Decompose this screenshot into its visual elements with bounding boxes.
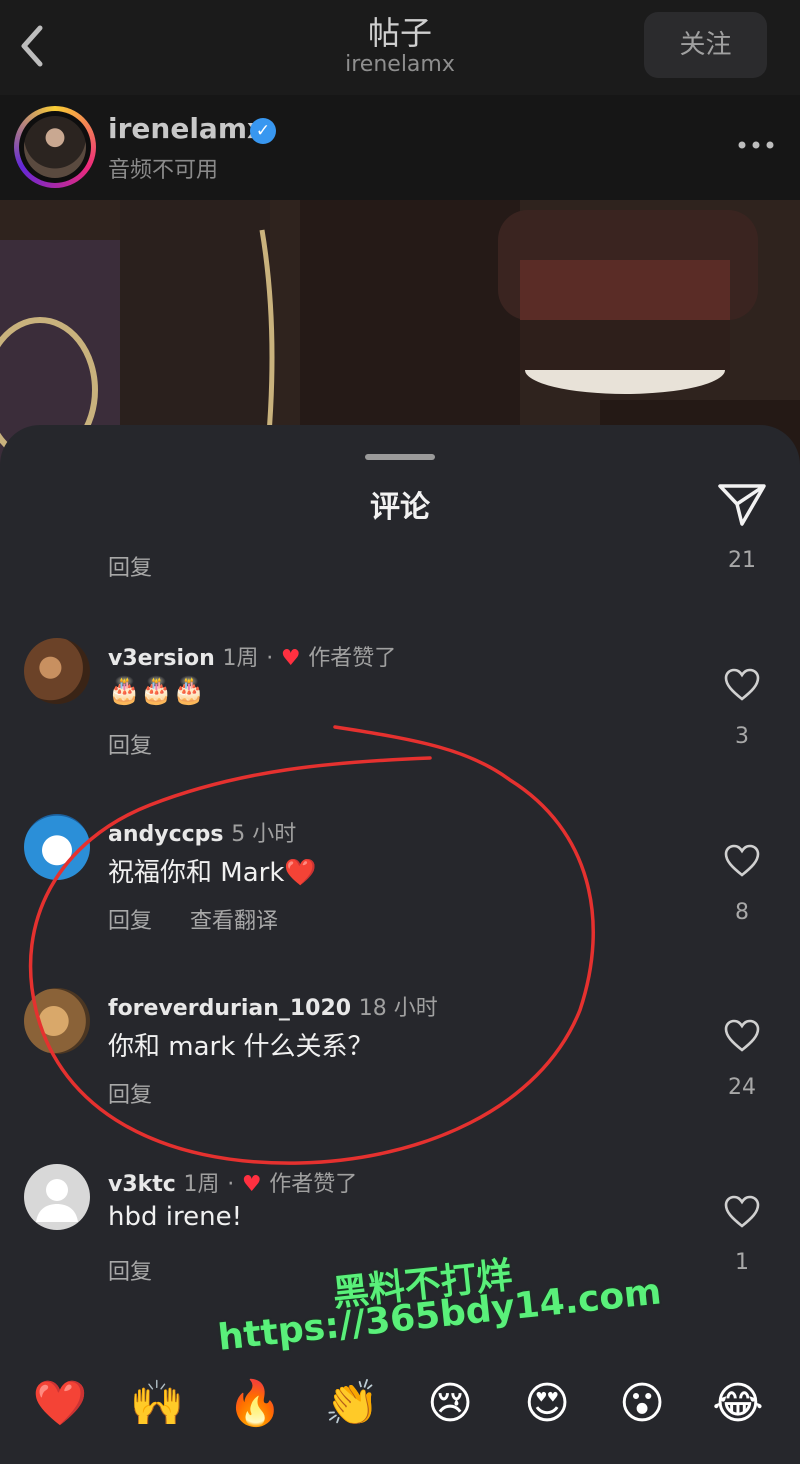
avatar[interactable] (14, 106, 96, 188)
like-heart-icon[interactable] (724, 668, 760, 702)
author-liked-heart-icon: ♥ (241, 1172, 262, 1197)
default-avatar-icon (36, 1179, 78, 1222)
comment-username-text[interactable]: v3ersion (108, 646, 215, 671)
comment-text: 你和 mark 什么关系？ (108, 1032, 374, 1062)
post-username[interactable]: irenelamx (108, 112, 265, 145)
like-heart-icon[interactable] (724, 1019, 760, 1053)
comment-time: 5 小时 (231, 822, 297, 847)
like-heart-icon[interactable] (724, 844, 760, 878)
comment-time: 1周 (183, 1172, 220, 1197)
like-count: 21 (728, 548, 756, 573)
emoji-surprised-button[interactable]: 😮 (612, 1374, 672, 1434)
author-liked-label: 作者赞了 (308, 646, 397, 671)
like-heart-icon[interactable] (724, 1195, 760, 1229)
emoji-clap-button[interactable]: 👏 (322, 1374, 382, 1434)
reply-button[interactable]: 回复 (108, 903, 152, 935)
sheet-drag-handle[interactable] (365, 454, 435, 460)
commenter-avatar[interactable] (24, 638, 90, 704)
emoji-crying-button[interactable]: 😢 (420, 1374, 480, 1434)
emoji-reaction-bar (0, 1340, 800, 1464)
comment-username-text[interactable]: v3ktc (108, 1172, 176, 1197)
emoji-raised-hands-button[interactable]: 🙌 (127, 1374, 187, 1434)
comment-username[interactable]: v3ersion 1周 · ♥ 作者赞了 (108, 640, 396, 672)
commenter-avatar[interactable] (24, 988, 90, 1054)
commenter-avatar[interactable] (24, 1164, 90, 1230)
author-liked-label: 作者赞了 (269, 1172, 358, 1197)
more-options-icon[interactable] (736, 136, 776, 154)
emoji-heart-eyes-button[interactable]: 😍 (517, 1374, 577, 1434)
comment-text: 🎂🎂🎂 (108, 676, 206, 706)
commenter-avatar[interactable] (24, 814, 90, 880)
separator-dot: · (266, 646, 274, 671)
verified-badge-icon: ✓ (250, 118, 276, 144)
like-count: 3 (735, 724, 749, 749)
share-send-icon[interactable] (716, 480, 768, 528)
like-count: 8 (735, 900, 749, 925)
emoji-heart-button[interactable]: ❤️ (30, 1374, 90, 1434)
comment-text: 祝福你和 Mark❤️ (108, 858, 317, 888)
author-liked-heart-icon: ♥ (280, 646, 301, 671)
sheet-title: 评论 (370, 490, 430, 525)
reply-button[interactable]: 回复 (108, 1254, 152, 1286)
comment-username-text[interactable]: foreverdurian_1020 (108, 996, 351, 1021)
comment-username[interactable]: v3ktc 1周 · ♥ 作者赞了 (108, 1166, 357, 1198)
post-header (0, 95, 800, 200)
separator-dot: · (227, 1172, 235, 1197)
comment-text: hbd irene! (108, 1202, 242, 1232)
emoji-laughing-button[interactable]: 😂 (708, 1374, 768, 1434)
reply-button[interactable]: 回复 (108, 728, 152, 760)
reply-button[interactable]: 回复 (108, 1077, 152, 1109)
comment-username-text[interactable]: andyccps (108, 822, 224, 847)
translate-button[interactable]: 查看翻译 (190, 903, 278, 935)
comment-time: 18 小时 (358, 996, 438, 1021)
reply-button[interactable]: 回复 (108, 550, 152, 582)
emoji-fire-button[interactable]: 🔥 (225, 1374, 285, 1434)
comment-username[interactable]: foreverdurian_1020 18 小时 (108, 990, 438, 1022)
like-count: 1 (735, 1250, 749, 1275)
comment-time: 1周 (222, 646, 259, 671)
audio-status: 音频不可用 (108, 158, 219, 183)
comment-username[interactable]: andyccps 5 小时 (108, 816, 296, 848)
like-count: 24 (728, 1075, 756, 1100)
follow-button[interactable]: 关注 (644, 12, 767, 78)
